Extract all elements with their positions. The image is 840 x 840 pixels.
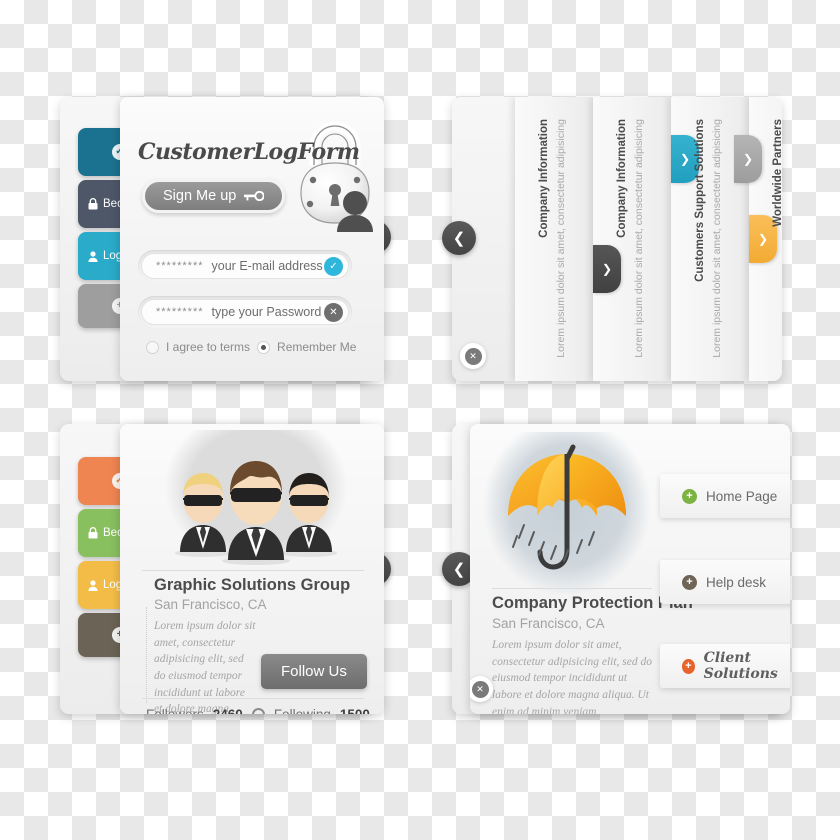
accordion-col3-title: Customers Support Solutions [694,119,706,282]
password-input[interactable]: ********* type your Password ✕ [141,299,349,325]
chevron-left-icon: ❮ [452,561,466,578]
accordion-col3-subtitle: Lorem ipsum dolor sit amet, consectetur … [711,119,723,358]
user-icon [88,250,98,262]
email-mask: ********* [156,260,204,272]
protection-description: Lorem ipsum dolor sit amet, consectetur … [492,639,653,714]
accordion-col2-text: Company Information [616,119,628,238]
accordion-col1-title: Company Information [538,119,550,238]
remember-label: Remember Me [277,340,357,354]
follow-button-label: Follow Us [281,663,347,680]
signup-button-label: Sign Me up [163,188,237,204]
protection-location: San Francisco, CA [492,616,605,631]
profile-divider-bottom [142,698,364,699]
login-options-row: I agree to terms Remember Me [146,340,356,354]
profile-location: San Francisco, CA [154,597,267,612]
lock-icon [88,527,98,539]
profile-dotted-rule [146,607,147,703]
profile-stats-row: Followers 2460 Following 1500 [146,707,370,714]
separator-ring-icon [251,708,265,714]
terms-label: I agree to terms [166,340,251,354]
accordion-col2-sub-wrap: Lorem ipsum dolor sit amet, consectetur … [633,119,645,358]
following-count: 1500 [340,707,370,714]
menu-item-client-solutions[interactable]: + Client Solutions [660,644,790,688]
check-icon[interactable]: ✓ [324,256,343,276]
signup-button[interactable]: Sign Me up [142,179,286,213]
password-mask: ********* [156,306,204,318]
remember-radio[interactable] [257,340,271,354]
close-icon: ✕ [464,347,482,365]
canvas: ✓ Become a Log In + ❯ [0,0,840,840]
menu-item-help-desk[interactable]: + Help desk [660,560,790,604]
padlock-icon [300,121,373,232]
three-agents-avatar [166,430,346,565]
accordion-col2-subtitle: Lorem ipsum dolor sit amet, consectetur … [633,119,645,358]
menu-item-label: Help desk [706,574,767,590]
plus-circle-icon: + [682,574,697,590]
accordion-col3-text: Customers Support Solutions [694,119,706,282]
chevron-right-icon: ❯ [679,152,691,166]
accordion-col2-tab[interactable]: ❯ [593,245,621,293]
plus-circle-icon: + [682,488,697,504]
accordion-col1-sub-wrap: Lorem ipsum dolor sit amet, consectetur … [555,119,567,358]
profile-card: Graphic Solutions Group San Francisco, C… [120,424,384,714]
profile-description: Lorem ipsum dolor sit amet, consectetur … [154,620,256,714]
close-icon: ✕ [471,680,489,698]
accordion-col1-text: Company Information [538,119,550,238]
lock-icon [88,198,98,210]
accordion-col1-subtitle: Lorem ipsum dolor sit amet, consectetur … [555,119,567,358]
followers-count: 2460 [213,707,243,714]
email-input[interactable]: ********* your E-mail address ✓ [141,253,349,279]
password-field-wrap: ********* type your Password ✕ [138,296,352,328]
password-placeholder: type your Password [211,305,322,319]
accordion-column-1[interactable]: Company Information Lorem ipsum dolor si… [515,97,593,381]
accordion-close-button[interactable]: ✕ [460,343,486,369]
protection-card: Company Protection Plan San Francisco, C… [470,424,790,714]
accordion-column-2[interactable]: ❯ Company Information Lorem ipsum dolor … [593,97,671,381]
protection-divider [492,588,652,589]
profile-divider-top [142,570,364,571]
menu-item-label: Home Page [706,488,778,504]
accordion-col2-title: Company Information [616,119,628,238]
accordion-col4-title: Worldwide Partners [772,119,782,227]
protection-close-button[interactable]: ✕ [470,676,493,702]
following-label: Following [274,707,331,714]
chevron-right-icon: ❯ [601,262,613,276]
chevron-right-icon: ❯ [757,232,769,246]
accordion-prev-arrow[interactable]: ❮ [442,221,476,255]
user-icon [88,579,98,591]
page-title: CustomerLogForm [138,139,360,165]
email-field-wrap: ********* your E-mail address ✓ [138,250,352,282]
terms-checkbox[interactable] [146,340,159,354]
follow-button[interactable]: Follow Us [261,654,367,689]
umbrella-rain-icon [482,432,652,597]
email-placeholder: your E-mail address [211,259,323,273]
chevron-left-icon: ❮ [452,230,466,247]
accordion-col5-tab[interactable]: ❯ [734,135,762,183]
key-icon [244,191,265,201]
login-card: CustomerLogForm Sign Me up ********* you… [120,97,384,381]
accordion-back-panel: Company Information Lorem ipsum dolor si… [452,97,782,381]
followers-label: Followers [146,707,204,714]
plus-circle-icon: + [682,658,695,674]
close-icon[interactable]: ✕ [324,302,343,322]
accordion-col3-sub-wrap: Lorem ipsum dolor sit amet, consectetur … [711,119,723,358]
menu-item-home-page[interactable]: + Home Page [660,474,790,518]
accordion-col4-text: Worldwide Partners [772,119,782,227]
chevron-right-icon: ❯ [742,152,754,166]
menu-item-label: Client Solutions [703,650,778,682]
profile-name: Graphic Solutions Group [154,576,351,594]
